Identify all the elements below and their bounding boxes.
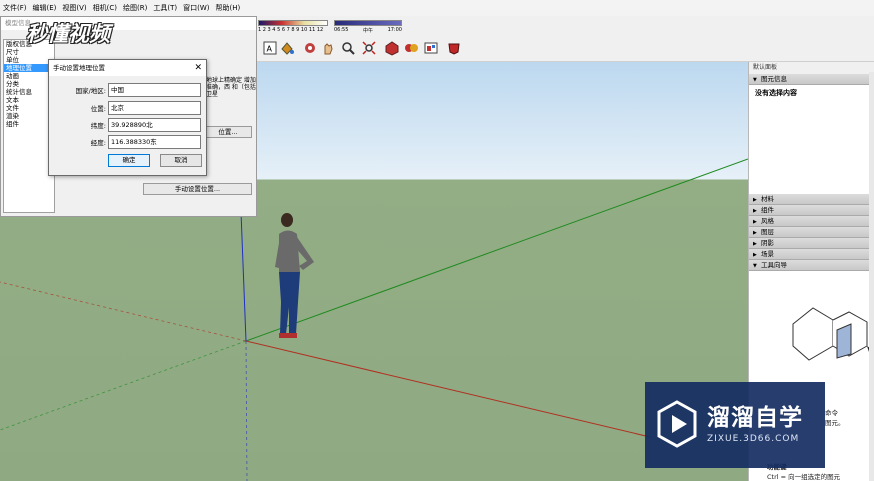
location-row: 位置: 北京 bbox=[49, 101, 208, 115]
menu-help[interactable]: 帮助(H) bbox=[212, 3, 243, 13]
svg-text:A: A bbox=[267, 45, 273, 54]
country-label: 国家/地区: bbox=[75, 87, 106, 95]
play-logo-icon bbox=[657, 400, 697, 448]
manual-location-title: 手动设置地理位置 ✕ bbox=[49, 60, 206, 76]
hint-line-1: 命令 bbox=[825, 409, 838, 417]
miaodong-watermark: 秒懂视频 bbox=[26, 22, 110, 46]
manual-location-button[interactable]: 手动设置位置... bbox=[143, 183, 252, 195]
zoom-extents-icon[interactable] bbox=[361, 40, 377, 56]
list-item[interactable]: 组件 bbox=[4, 120, 54, 128]
zoom-icon[interactable] bbox=[340, 40, 356, 56]
list-item[interactable]: 文本 bbox=[4, 96, 54, 104]
tray-section-instructor[interactable]: ▼ 工具向导 bbox=[749, 260, 874, 271]
blue-axis-negative bbox=[245, 340, 248, 481]
close-icon[interactable]: ✕ bbox=[194, 60, 202, 76]
zixue-watermark: 溜溜自学 ZIXUE.3D66.COM bbox=[645, 382, 825, 468]
cancel-button[interactable]: 取消 bbox=[160, 154, 202, 167]
tray-section-components[interactable]: ▶ 组件 bbox=[749, 205, 874, 216]
time-start-label: 06:55 bbox=[334, 27, 349, 33]
menu-tools[interactable]: 工具(T) bbox=[150, 3, 180, 13]
component-icon[interactable] bbox=[384, 40, 400, 56]
latitude-field[interactable]: 39.928890北 bbox=[108, 118, 201, 132]
menu-view[interactable]: 视图(V) bbox=[59, 3, 89, 13]
chevron-down-icon: ▼ bbox=[753, 263, 757, 269]
person-figure bbox=[275, 213, 314, 338]
country-field[interactable]: 中国 bbox=[108, 83, 201, 97]
longitude-label: 经度: bbox=[90, 139, 106, 147]
dialog-title-text: 手动设置地理位置 bbox=[53, 64, 105, 72]
section-label: 工具向导 bbox=[761, 261, 787, 269]
section-label: 组件 bbox=[761, 206, 774, 214]
section-label: 图层 bbox=[761, 228, 774, 236]
menu-camera[interactable]: 相机(C) bbox=[90, 3, 120, 13]
list-item-selected[interactable]: 地理位置 bbox=[4, 64, 54, 72]
tray-section-styles[interactable]: ▶ 风格 bbox=[749, 216, 874, 227]
list-item[interactable]: 渲染 bbox=[4, 112, 54, 120]
tray-section-entity-info[interactable]: ▼ 图元信息 bbox=[749, 74, 874, 85]
list-item[interactable]: 分类 bbox=[4, 80, 54, 88]
green-axis-negative bbox=[0, 340, 247, 431]
menu-file[interactable]: 文件(F) bbox=[0, 3, 30, 13]
manual-location-dialog: 手动设置地理位置 ✕ 国家/地区: 中国 位置: 北京 纬度: 39.92889… bbox=[48, 59, 207, 176]
extension-icon[interactable] bbox=[446, 40, 462, 56]
tray-section-scenes[interactable]: ▶ 场景 bbox=[749, 249, 874, 260]
text-a-icon[interactable]: A bbox=[262, 40, 278, 56]
brand-name: 溜溜自学 bbox=[707, 405, 803, 431]
list-item[interactable]: 动画 bbox=[4, 72, 54, 80]
section-icon[interactable] bbox=[403, 40, 419, 56]
menu-bar: 文件(F) 编辑(E) 视图(V) 相机(C) 绘图(R) 工具(T) 窗口(W… bbox=[0, 0, 874, 16]
list-item[interactable]: 统计信息 bbox=[4, 88, 54, 96]
list-item[interactable]: 单位 bbox=[4, 56, 54, 64]
menu-draw[interactable]: 绘图(R) bbox=[120, 3, 150, 13]
list-item[interactable]: 尺寸 bbox=[4, 48, 54, 56]
tray-section-materials[interactable]: ▶ 材料 bbox=[749, 194, 874, 205]
section-label: 场景 bbox=[761, 250, 774, 258]
hint-line-3: Ctrl = 向一组选定的图元 bbox=[767, 473, 841, 481]
latitude-label: 纬度: bbox=[90, 122, 106, 130]
brand-url: ZIXUE.3D66.COM bbox=[707, 434, 800, 444]
red-axis bbox=[245, 340, 651, 438]
country-row: 国家/地区: 中国 bbox=[49, 83, 208, 97]
red-axis-negative bbox=[0, 281, 247, 342]
3d-warehouse-icon[interactable] bbox=[423, 40, 439, 56]
pan-icon[interactable] bbox=[320, 40, 336, 56]
time-noon-label: 中午 bbox=[362, 28, 373, 34]
list-item[interactable]: 文件 bbox=[4, 104, 54, 112]
geo-location-description: 地球上精确定 增加准确，西 和（包括卫星 bbox=[206, 77, 256, 98]
chevron-down-icon: ▼ bbox=[753, 77, 757, 83]
tray-sections: ▶ 材料 ▶ 组件 ▶ 风格 ▶ 图层 ▶ 阴影 ▶ 场景 ▼ 工具向导 bbox=[749, 194, 874, 271]
menu-edit[interactable]: 编辑(E) bbox=[30, 3, 60, 13]
tray-section-shadows[interactable]: ▶ 阴影 bbox=[749, 238, 874, 249]
hint-line-2: 图元。 bbox=[825, 419, 845, 427]
ok-button[interactable]: 确定 bbox=[108, 154, 150, 167]
location-label: 位置: bbox=[90, 105, 106, 113]
longitude-field[interactable]: 116.388330东 bbox=[108, 135, 201, 149]
select-tool-illustration bbox=[792, 307, 873, 361]
location-field[interactable]: 北京 bbox=[108, 101, 201, 115]
orbit-icon[interactable] bbox=[302, 40, 318, 56]
tray-scrollbar[interactable] bbox=[869, 72, 874, 481]
longitude-row: 经度: 116.388330东 bbox=[49, 135, 208, 149]
green-axis bbox=[245, 158, 748, 342]
section-label: 图元信息 bbox=[761, 75, 787, 83]
latitude-row: 纬度: 39.928890北 bbox=[49, 118, 208, 132]
section-label: 风格 bbox=[761, 217, 774, 225]
menu-window[interactable]: 窗口(W) bbox=[180, 3, 212, 13]
paint-bucket-icon[interactable] bbox=[279, 40, 295, 56]
time-end-label: 17:00 bbox=[387, 27, 402, 33]
set-location-button[interactable]: 位置... bbox=[204, 126, 252, 138]
tray-section-layers[interactable]: ▶ 图层 bbox=[749, 227, 874, 238]
blue-axis bbox=[240, 211, 247, 342]
shadow-month-ticks: 1 2 3 4 5 6 7 8 9 10 11 12 bbox=[258, 27, 324, 33]
no-selection-text: 没有选择内容 bbox=[755, 89, 797, 97]
section-label: 阴影 bbox=[761, 239, 774, 247]
tray-title: 默认面板 bbox=[749, 62, 874, 74]
section-label: 材料 bbox=[761, 195, 774, 203]
